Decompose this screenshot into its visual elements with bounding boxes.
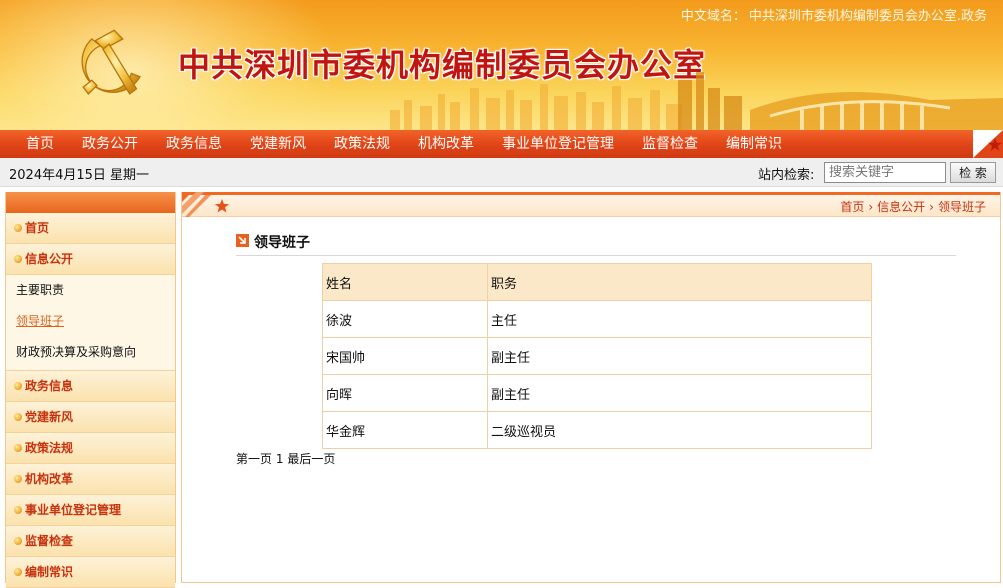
sidebar-header	[6, 192, 175, 213]
sidebar-item-label: 编制常识	[25, 565, 74, 579]
sidebar-item-policies[interactable]: 政策法规	[6, 433, 175, 464]
leadership-table: 姓名 职务 徐波 主任 宋国帅 副主任 向晖 副主任 华金辉 二级巡视员	[322, 263, 872, 449]
stripe-decoration-icon	[182, 192, 212, 217]
bullet-dot-icon	[14, 537, 22, 545]
nav-item-affairs-open[interactable]: 政务公开	[68, 130, 152, 158]
section-header: 领导班子	[236, 232, 956, 256]
leader-position: 二级巡视员	[487, 411, 872, 449]
bullet-dot-icon	[14, 475, 22, 483]
breadcrumb-separator: ›	[868, 200, 874, 214]
nav-corner-decoration	[973, 130, 1003, 158]
sidebar-submenu: 主要职责 领导班子 财政预决算及采购意向	[6, 275, 175, 371]
star-icon	[214, 199, 230, 213]
sidebar-item-label: 党建新风	[25, 410, 74, 424]
section-title: 领导班子	[254, 235, 310, 251]
leader-name: 向晖	[322, 374, 488, 412]
city-skyline-graphic	[390, 72, 1003, 130]
sidebar-item-affairs-info[interactable]: 政务信息	[6, 371, 175, 402]
arrow-icon	[236, 234, 249, 247]
party-emblem-icon	[81, 29, 141, 95]
sidebar-item-label: 信息公开	[25, 252, 74, 266]
bullet-dot-icon	[14, 444, 22, 452]
site-banner: 中文域名： 中共深圳市委机构编制委员会办公室.政务 中共深圳市委机构编制委员会办公…	[0, 0, 1003, 130]
date-search-bar: 2024年4月15日 星期一 站内检索: 检 索	[0, 158, 1003, 187]
nav-item-reform[interactable]: 机构改革	[404, 130, 488, 158]
leader-name: 华金辉	[322, 411, 488, 449]
domain-label: 中文域名：	[680, 9, 746, 24]
nav-item-affairs-info[interactable]: 政务信息	[152, 130, 236, 158]
bullet-dot-icon	[14, 255, 22, 263]
site-search-label: 站内检索:	[758, 168, 815, 183]
nav-item-institution-registration[interactable]: 事业单位登记管理	[488, 130, 628, 158]
sidebar-subitem-budget[interactable]: 财政预决算及采购意向	[6, 337, 175, 368]
bullet-dot-icon	[14, 506, 22, 514]
bullet-dot-icon	[14, 224, 22, 232]
sidebar-item-institution-registration[interactable]: 事业单位登记管理	[6, 495, 175, 526]
sidebar-item-label: 机构改革	[25, 472, 74, 486]
nav-item-supervision[interactable]: 监督检查	[628, 130, 712, 158]
chinese-domain-line: 中文域名： 中共深圳市委机构编制委员会办公室.政务	[678, 5, 987, 24]
column-header-position: 职务	[487, 263, 872, 301]
sidebar-item-staffing-knowledge[interactable]: 编制常识	[6, 557, 175, 588]
nav-item-home[interactable]: 首页	[12, 130, 68, 158]
pager-last-page[interactable]: 最后一页	[287, 452, 335, 466]
sidebar-item-label: 政策法规	[25, 441, 74, 455]
nav-item-staffing-knowledge[interactable]: 编制常识	[712, 130, 796, 158]
sidebar-subitem-main-duties[interactable]: 主要职责	[6, 275, 175, 306]
left-sidebar: 首页 信息公开 主要职责 领导班子 财政预决算及采购意向 政务信息 党建新风 政…	[5, 192, 176, 588]
leader-name: 宋国帅	[322, 337, 488, 375]
sidebar-item-label: 事业单位登记管理	[25, 503, 122, 517]
main-content-panel: 首页 › 信息公开 › 领导班子 领导班子 姓名 职务 徐波 主任 宋国帅 副主任 向晖…	[181, 192, 1001, 583]
sidebar-item-label: 首页	[25, 221, 50, 235]
bullet-dot-icon	[14, 568, 22, 576]
site-search-button[interactable]: 检 索	[950, 162, 996, 183]
star-icon	[973, 130, 1003, 158]
leader-position: 副主任	[487, 337, 872, 375]
current-date: 2024年4月15日 星期一	[9, 168, 150, 183]
sidebar-item-party-building[interactable]: 党建新风	[6, 402, 175, 433]
leader-position: 主任	[487, 300, 872, 338]
breadcrumb-bar: 首页 › 信息公开 › 领导班子	[182, 192, 1000, 217]
sidebar-item-supervision[interactable]: 监督检查	[6, 526, 175, 557]
domain-value[interactable]: 中共深圳市委机构编制委员会办公室.政务	[749, 9, 987, 24]
table-header-row: 姓名 职务	[322, 263, 872, 301]
pager-first-page[interactable]: 第一页	[236, 452, 272, 466]
table-row: 向晖 副主任	[322, 374, 872, 412]
sidebar-item-reform[interactable]: 机构改革	[6, 464, 175, 495]
sidebar-subitem-leadership[interactable]: 领导班子	[6, 306, 175, 337]
leader-name: 徐波	[322, 300, 488, 338]
bullet-dot-icon	[14, 413, 22, 421]
breadcrumb: 首页 › 信息公开 › 领导班子	[840, 198, 986, 215]
nav-item-policies[interactable]: 政策法规	[320, 130, 404, 158]
breadcrumb-separator: ›	[929, 200, 934, 214]
pagination: 第一页 1 最后一页	[236, 450, 335, 467]
table-row: 宋国帅 副主任	[322, 337, 872, 375]
bullet-dot-icon	[14, 382, 22, 390]
table-row: 徐波 主任	[322, 300, 872, 338]
breadcrumb-home[interactable]: 首页	[840, 200, 864, 214]
sidebar-item-label: 监督检查	[25, 534, 74, 548]
column-header-name: 姓名	[322, 263, 488, 301]
sidebar-item-home[interactable]: 首页	[6, 213, 175, 244]
main-navigation: 首页 政务公开 政务信息 党建新风 政策法规 机构改革 事业单位登记管理 监督检…	[0, 130, 1003, 158]
breadcrumb-info-open[interactable]: 信息公开	[877, 200, 925, 214]
breadcrumb-leadership[interactable]: 领导班子	[938, 200, 986, 214]
pager-current-page[interactable]: 1	[276, 452, 284, 466]
table-row: 华金辉 二级巡视员	[322, 411, 872, 449]
nav-item-party-building[interactable]: 党建新风	[236, 130, 320, 158]
sidebar-item-info-open[interactable]: 信息公开	[6, 244, 175, 275]
leader-position: 副主任	[487, 374, 872, 412]
sidebar-item-label: 政务信息	[25, 379, 74, 393]
site-search-input[interactable]	[824, 162, 946, 183]
